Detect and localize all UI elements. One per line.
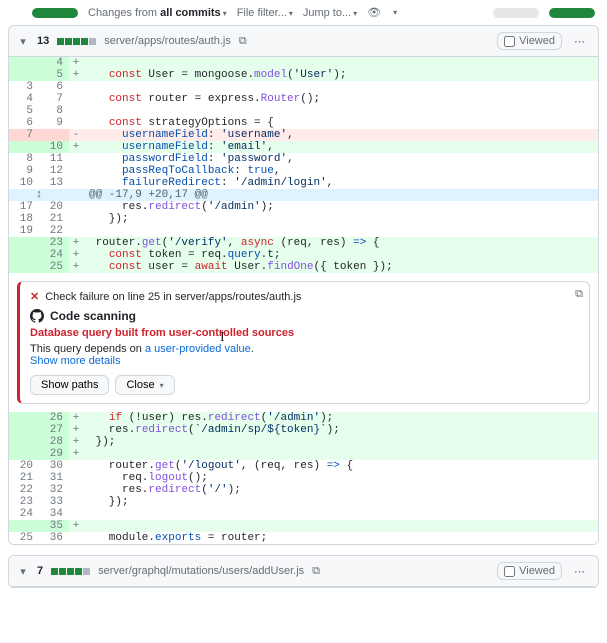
chevron-down-icon[interactable]: ▾: [17, 565, 29, 577]
file-header: ▾ 13 server/apps/routes/auth.js ⧉ Viewed…: [9, 26, 598, 57]
code-line: res.redirect('/admin');: [83, 201, 598, 213]
file-menu-icon[interactable]: ⋯: [570, 35, 590, 48]
viewed-checkbox[interactable]: [504, 566, 515, 577]
copy-path-icon[interactable]: ⧉: [239, 35, 247, 48]
code-line: [83, 81, 598, 93]
code-line: });: [83, 496, 598, 508]
code-line: req.logout();: [83, 472, 598, 484]
code-line: [83, 520, 598, 532]
eye-slash-icon[interactable]: 👁: [367, 6, 381, 19]
close-alert-button[interactable]: Close ▾: [115, 375, 174, 395]
code-line: res.redirect(`/admin/sp/${token}`);: [83, 424, 598, 436]
alert-location: Check failure on line 25 in server/apps/…: [45, 291, 301, 303]
code-line: router.get('/logout', (req, res) => {: [83, 460, 598, 472]
code-line: usernameField: 'username',: [83, 129, 598, 141]
show-more-details-link[interactable]: Show more details: [30, 355, 121, 367]
code-line: router.get('/verify', async (req, res) =…: [83, 237, 598, 249]
code-line: const user = await User.findOne({ token …: [83, 261, 598, 273]
diff-file-2: ▾ 7 server/graphql/mutations/users/addUs…: [8, 555, 599, 588]
changes-from-label: Changes from all commits▾: [88, 7, 227, 19]
text-cursor-icon: I: [220, 330, 225, 346]
status-pill-gray: [493, 8, 539, 18]
code-line: usernameField: 'email',: [83, 141, 598, 153]
code-line: passwordField: 'password',: [83, 153, 598, 165]
code-line: [83, 448, 598, 460]
viewed-toggle[interactable]: Viewed: [497, 32, 562, 50]
file-menu-icon[interactable]: ⋯: [570, 565, 590, 578]
code-line: const token = req.query.t;: [83, 249, 598, 261]
file-header: ▾ 7 server/graphql/mutations/users/addUs…: [9, 556, 598, 587]
code-line: [83, 508, 598, 520]
copy-alert-icon[interactable]: ⧉: [575, 288, 583, 301]
alert-body: This query depends on a user-provided va…: [30, 343, 579, 355]
github-icon: [30, 309, 44, 323]
show-paths-button[interactable]: Show paths: [30, 375, 109, 395]
diff-count: 13: [37, 35, 49, 47]
alert-source: Code scanning: [50, 309, 136, 323]
copy-path-icon[interactable]: ⧉: [312, 565, 320, 578]
chevron-down-icon[interactable]: ▾: [17, 35, 29, 47]
diff-file-1: ▾ 13 server/apps/routes/auth.js ⧉ Viewed…: [8, 25, 599, 545]
alert-message: Database query built from user-controlle…: [30, 327, 579, 339]
code-line: if (!user) res.redirect('/admin');: [83, 412, 598, 424]
code-line: failureRedirect: '/admin/login',: [83, 177, 598, 189]
code-line: [83, 105, 598, 117]
diff-table: 4+ 5+ const User = mongoose.model('User'…: [9, 57, 598, 273]
hunk-header[interactable]: ↕@@ -17,9 +20,17 @@: [9, 189, 598, 201]
code-scanning-alert: ⧉ ✕ Check failure on line 25 in server/ap…: [17, 281, 590, 404]
file-path: server/graphql/mutations/users/addUser.j…: [98, 565, 304, 577]
code-line: const User = mongoose.model('User');: [83, 69, 598, 81]
diff-count: 7: [37, 565, 43, 577]
code-line: module.exports = router;: [83, 532, 598, 544]
status-pill-green: [32, 8, 78, 18]
status-pill-green-2: [549, 8, 595, 18]
caret-icon[interactable]: ▾: [223, 9, 227, 18]
file-path: server/apps/routes/auth.js: [104, 35, 231, 47]
diffstat-blocks: [51, 568, 90, 575]
diff-table-cont: 26+ if (!user) res.redirect('/admin'); 2…: [9, 412, 598, 544]
diff-toolbar: Changes from all commits▾ File filter...…: [8, 4, 599, 25]
viewed-checkbox[interactable]: [504, 36, 515, 47]
x-fail-icon: ✕: [30, 291, 39, 303]
jump-to-dropdown[interactable]: Jump to...▾: [303, 7, 357, 19]
code-line: passReqToCallback: true,: [83, 165, 598, 177]
code-line: [83, 57, 598, 69]
code-line: res.redirect('/');: [83, 484, 598, 496]
code-line: });: [83, 436, 598, 448]
code-line: [83, 225, 598, 237]
user-provided-value-link[interactable]: a user-provided value: [145, 343, 251, 355]
file-filter-dropdown[interactable]: File filter...▾: [237, 7, 293, 19]
diffstat-blocks: [57, 38, 96, 45]
code-line: const router = express.Router();: [83, 93, 598, 105]
viewed-toggle[interactable]: Viewed: [497, 562, 562, 580]
code-line: const strategyOptions = {: [83, 117, 598, 129]
code-line: });: [83, 213, 598, 225]
